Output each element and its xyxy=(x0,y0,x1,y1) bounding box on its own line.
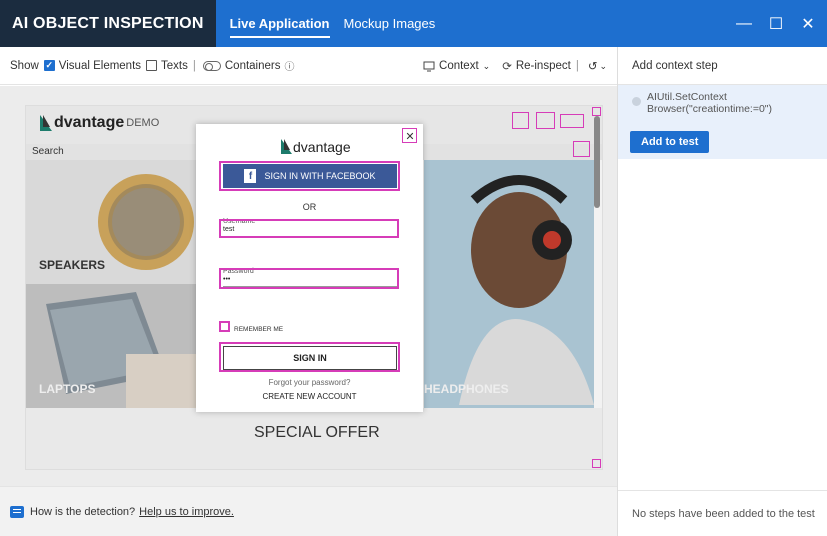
speakers-label: SPEAKERS xyxy=(39,258,106,272)
scroll-down-highlight[interactable] xyxy=(592,459,601,468)
reinspect-label: Re-inspect xyxy=(515,60,571,72)
headphones-illustration xyxy=(424,160,594,408)
history-dropdown[interactable]: ↺ ⌄ xyxy=(587,59,607,74)
maximize-icon[interactable]: ☐ xyxy=(763,11,789,37)
modal-logo: dvantage xyxy=(280,138,351,155)
scroll-up-highlight[interactable] xyxy=(592,107,601,116)
advantage-logo: dvantage DEMO xyxy=(38,113,159,133)
toolbar-divider: | xyxy=(192,59,196,72)
feedback-question: How is the detection? xyxy=(30,505,136,518)
reinspect-button[interactable]: ⟳ Re-inspect xyxy=(502,59,571,73)
modal-logo-mark xyxy=(281,139,292,154)
search-icon-highlight[interactable] xyxy=(573,141,590,157)
feedback-footer: How is the detection? Help us to improve… xyxy=(0,486,617,536)
remember-me-label: REMEMBER ME xyxy=(234,326,284,333)
context-step-item[interactable]: AIUtil.SetContext Browser("creationtime:… xyxy=(618,85,827,159)
minimize-icon[interactable]: — xyxy=(731,11,757,37)
containers-label[interactable]: Containers xyxy=(225,60,281,72)
user-icon-highlight[interactable] xyxy=(512,112,529,129)
toolbar-divider-2: | xyxy=(575,60,579,72)
close-icon[interactable]: ✕ xyxy=(795,11,821,37)
monitor-icon xyxy=(423,61,435,71)
sign-in-button-highlight[interactable] xyxy=(219,342,400,372)
headphones-image xyxy=(424,160,594,408)
cart-icon-highlight[interactable] xyxy=(536,112,555,129)
window-controls: — ☐ ✕ xyxy=(731,0,827,47)
special-offer-section: SPECIAL OFFER xyxy=(26,408,602,469)
chevron-down-icon: ⌄ xyxy=(599,60,607,71)
add-to-test-button[interactable]: Add to test xyxy=(630,131,710,153)
visual-elements-label[interactable]: Visual Elements xyxy=(59,60,141,72)
create-account-link[interactable]: CREATE NEW ACCOUNT xyxy=(196,392,423,401)
info-icon[interactable]: ⓘ xyxy=(285,58,295,73)
modal-logo-word: dvantage xyxy=(293,138,351,155)
inspection-toolbar: Show ✓ Visual Elements Texts | Container… xyxy=(0,47,617,85)
username-field-highlight[interactable] xyxy=(219,219,399,238)
panel-header: Add context step xyxy=(618,47,827,85)
containers-toggle[interactable] xyxy=(202,60,221,71)
context-label: Context xyxy=(439,60,479,72)
step-radio[interactable] xyxy=(632,97,641,106)
history-icon: ↺ xyxy=(587,61,598,73)
feedback-link[interactable]: Help us to improve. xyxy=(139,506,234,518)
advantage-logo-word: dvantage xyxy=(54,114,125,131)
texts-checkbox[interactable] xyxy=(146,60,158,71)
advantage-logo-demo: DEMO xyxy=(126,117,160,129)
laptops-label: LAPTOPS xyxy=(39,382,96,396)
remember-me-checkbox[interactable] xyxy=(219,321,230,332)
password-field-highlight[interactable] xyxy=(219,268,399,289)
chat-icon xyxy=(10,505,24,518)
visual-elements-checkbox[interactable]: ✓ xyxy=(43,60,55,71)
context-dropdown[interactable]: Context ⌄ xyxy=(423,60,490,72)
captured-scrollbar[interactable] xyxy=(594,116,600,208)
advantage-logo-mark xyxy=(40,115,52,131)
special-offer-title: SPECIAL OFFER xyxy=(254,424,380,441)
title-bar: AI OBJECT INSPECTION Live Application Mo… xyxy=(0,0,827,47)
app-title: AI OBJECT INSPECTION xyxy=(0,0,216,47)
modal-close-highlight[interactable] xyxy=(402,128,417,143)
tab-mockup-images[interactable]: Mockup Images xyxy=(344,0,436,47)
help-icon-highlight[interactable] xyxy=(560,114,584,128)
panel-footer: No steps have been added to the test xyxy=(618,490,827,536)
step-text-line2: Browser("creationtime:=0") xyxy=(647,103,773,115)
context-steps-panel: Add context step AIUtil.SetContext Brows… xyxy=(617,47,827,536)
or-divider: OR xyxy=(302,202,317,212)
forgot-password-link[interactable]: Forgot your password? xyxy=(196,378,423,387)
show-label: Show xyxy=(10,59,39,72)
facebook-button-highlight[interactable] xyxy=(219,161,400,191)
headphones-label: HEADPHONES xyxy=(424,382,509,396)
tab-live-application[interactable]: Live Application xyxy=(229,0,330,47)
refresh-icon: ⟳ xyxy=(502,61,512,73)
texts-label[interactable]: Texts xyxy=(161,60,188,72)
step-text-line1: AIUtil.SetContext xyxy=(647,91,727,103)
chevron-down-icon: ⌄ xyxy=(482,60,491,71)
